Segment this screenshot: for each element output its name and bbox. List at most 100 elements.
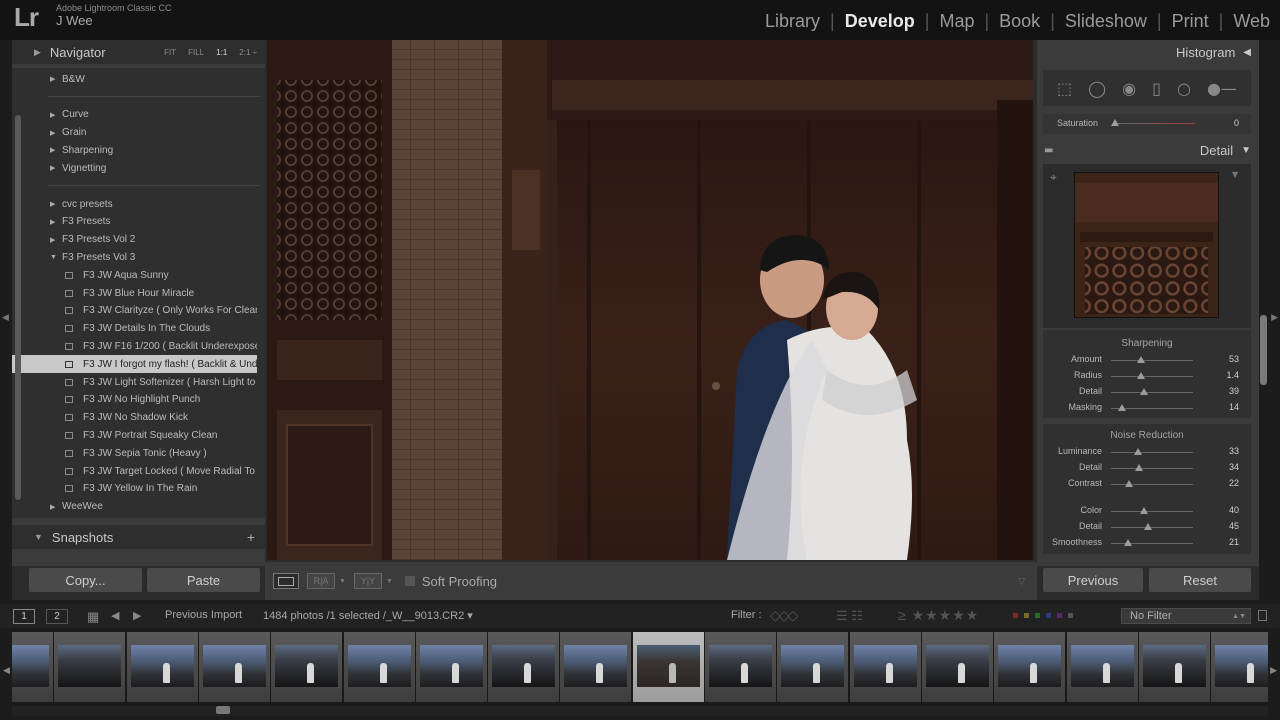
filmstrip-thumbnail[interactable] <box>488 632 560 702</box>
zoom-2-1[interactable]: 2:1 ÷ <box>239 48 257 57</box>
preset-item[interactable]: F3 JW Blue Hour Miracle <box>12 284 257 302</box>
module-develop[interactable]: Develop <box>835 11 925 32</box>
preset-folder[interactable]: ▶ F3 Presets <box>12 213 257 231</box>
filmstrip-thumbnail[interactable] <box>777 632 849 702</box>
slider-track[interactable] <box>1111 527 1193 528</box>
preset-item[interactable]: F3 JW F16 1/200 ( Backlit Underexposed ) <box>12 337 257 355</box>
slider-knob[interactable] <box>1136 356 1145 363</box>
slider-amount[interactable]: Amount 53 <box>1043 353 1251 367</box>
module-map[interactable]: Map <box>929 11 984 32</box>
filmstrip-scroll-left-icon[interactable]: ◀ <box>3 666 10 676</box>
color-label-filter[interactable] <box>1013 613 1073 618</box>
slider-knob[interactable] <box>1125 480 1134 487</box>
zoom-fill[interactable]: FILL <box>188 48 204 57</box>
slider-value[interactable]: 39 <box>1229 386 1239 396</box>
green-label-icon[interactable] <box>1035 613 1040 618</box>
previous-button[interactable]: Previous <box>1043 568 1143 592</box>
slider-knob[interactable] <box>1139 507 1148 514</box>
filter-preset-select[interactable]: No Filter ▲▼ <box>1121 608 1251 624</box>
detail-panel-header[interactable]: Detail ▼ <box>1037 138 1259 162</box>
photo-count[interactable]: 1484 photos /1 selected /_W__9013.CR2 ▾ <box>263 609 473 622</box>
filmstrip-thumbnail[interactable] <box>12 632 53 702</box>
slider-value[interactable]: 1.4 <box>1226 370 1239 380</box>
slider-color[interactable]: Color 40 <box>1043 504 1251 518</box>
zoom-1-1[interactable]: 1:1 <box>216 48 227 57</box>
filmstrip-thumbnail[interactable] <box>1066 632 1138 702</box>
preset-item[interactable]: F3 JW Details In The Clouds <box>12 320 257 338</box>
collapse-left-panel-icon[interactable]: ◀ <box>2 313 9 323</box>
forward-arrow-icon[interactable]: ▶ <box>133 609 141 622</box>
filter-lock-icon[interactable] <box>1258 610 1267 621</box>
preset-folder[interactable]: ▶ WeeWee <box>12 498 257 516</box>
preset-item[interactable]: F3 JW Target Locked ( Move Radial To S..… <box>12 462 257 480</box>
preset-item[interactable]: F3 JW Aqua Sunny <box>12 266 257 284</box>
preset-folder[interactable]: ▼ F3 Presets Vol 3 <box>12 248 257 266</box>
preset-item[interactable]: F3 JW Yellow In The Rain <box>12 480 257 498</box>
soft-proofing-checkbox[interactable] <box>404 576 415 586</box>
slider-detail[interactable]: Detail 39 <box>1043 385 1251 399</box>
preset-folder[interactable]: ▶ F3 Presets Vol 2 <box>12 231 257 249</box>
red-eye-tool-icon[interactable]: ◉ <box>1122 79 1136 98</box>
main-window-button[interactable]: 1 <box>13 609 35 624</box>
target-adjust-icon[interactable]: ⌖ <box>1050 170 1057 185</box>
before-after-swap-button[interactable]: Y|Y <box>353 573 382 589</box>
wedding-photo[interactable] <box>267 40 1033 560</box>
gray-label-icon[interactable] <box>1068 613 1073 618</box>
preview-collapse-icon[interactable]: ▼ <box>1232 170 1238 179</box>
navigator-panel-header[interactable]: ▶ Navigator FIT FILL 1:1 2:1 ÷ <box>12 40 265 64</box>
filmstrip-scroll-thumb[interactable] <box>216 706 230 714</box>
blue-label-icon[interactable] <box>1046 613 1051 618</box>
saturation-slider-row[interactable]: Saturation 0 <box>1043 114 1251 134</box>
zoom-fit[interactable]: FIT <box>164 48 176 57</box>
slider-track[interactable] <box>1111 392 1193 393</box>
toolbar-options-icon[interactable]: ▽ <box>1018 576 1025 587</box>
back-arrow-icon[interactable]: ◀ <box>111 609 119 622</box>
preset-item[interactable]: F3 JW No Highlight Punch <box>12 391 257 409</box>
module-book[interactable]: Book <box>989 11 1050 32</box>
secondary-window-button[interactable]: 2 <box>46 609 68 624</box>
filmstrip-thumbnail[interactable] <box>632 632 704 702</box>
preset-item[interactable]: F3 JW I forgot my flash! ( Backlit & Und… <box>12 355 257 374</box>
preset-folder[interactable]: ▶ Vignetting <box>12 159 257 177</box>
yellow-label-icon[interactable] <box>1024 613 1029 618</box>
slider-track[interactable] <box>1111 484 1193 485</box>
slider-track[interactable] <box>1111 511 1193 512</box>
panel-switch-icon[interactable]: ▬ <box>1044 145 1053 156</box>
filmstrip-thumbnail[interactable] <box>415 632 487 702</box>
red-label-icon[interactable] <box>1013 613 1018 618</box>
slider-value[interactable]: 34 <box>1229 462 1239 472</box>
chevron-down-icon[interactable]: ▼ <box>339 578 346 585</box>
slider-luminance[interactable]: Luminance 33 <box>1043 445 1251 459</box>
loupe-view-button[interactable] <box>273 573 299 589</box>
slider-track[interactable] <box>1111 360 1193 361</box>
filmstrip-thumbnail[interactable] <box>994 632 1066 702</box>
loupe-view[interactable] <box>265 40 1037 562</box>
filmstrip-source[interactable]: Previous Import <box>165 609 242 621</box>
radial-filter-icon[interactable]: ○ <box>1177 79 1191 98</box>
add-snapshot-button[interactable]: + <box>247 529 255 545</box>
slider-smoothness[interactable]: Smoothness 21 <box>1043 536 1251 550</box>
snapshots-panel-header[interactable]: ▼ Snapshots + <box>12 525 265 549</box>
slider-radius[interactable]: Radius 1.4 <box>1043 369 1251 383</box>
slider-knob[interactable] <box>1136 372 1145 379</box>
slider-detail[interactable]: Detail 45 <box>1043 520 1251 534</box>
preset-item[interactable]: F3 JW Sepia Tonic (Heavy ) <box>12 444 257 462</box>
collapse-right-panel-icon[interactable]: ▶ <box>1271 313 1278 323</box>
chevron-down-icon[interactable]: ▼ <box>386 578 393 585</box>
filmstrip-scrollbar[interactable] <box>12 706 1268 716</box>
filmstrip-scroll-right-icon[interactable]: ▶ <box>1270 666 1277 676</box>
slider-knob[interactable] <box>1134 448 1143 455</box>
slider-value[interactable]: 14 <box>1229 402 1239 412</box>
histogram-panel-header[interactable]: Histogram ◀ <box>1037 40 1259 64</box>
graduated-filter-icon[interactable]: ▯ <box>1152 79 1161 98</box>
filmstrip-thumbnail[interactable] <box>198 632 270 702</box>
saturation-knob[interactable] <box>1111 119 1119 126</box>
slider-knob[interactable] <box>1134 464 1143 471</box>
filmstrip-thumbnail[interactable] <box>921 632 993 702</box>
preset-folder[interactable]: ▶ Grain <box>12 124 257 142</box>
crop-tool-icon[interactable]: ⬚ <box>1057 79 1072 98</box>
slider-track[interactable] <box>1111 468 1193 469</box>
filmstrip-thumbnail[interactable] <box>1211 632 1268 702</box>
slider-knob[interactable] <box>1143 523 1152 530</box>
edit-filter-icon[interactable]: ☰ ☷ <box>836 608 863 624</box>
